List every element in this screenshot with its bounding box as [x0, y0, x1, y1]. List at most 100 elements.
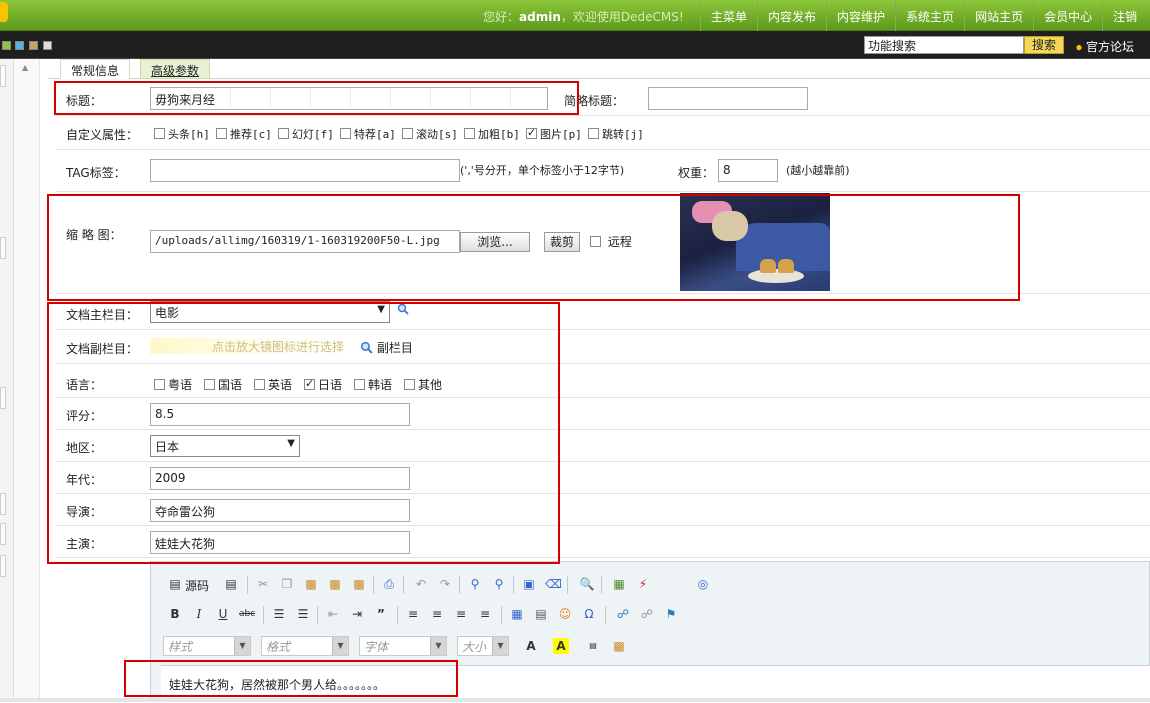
find-icon[interactable]: ⚲: [467, 576, 483, 592]
attr-recommend[interactable]: 推荐[c]: [216, 126, 272, 142]
font-combo[interactable]: 字体 ▼: [359, 636, 447, 656]
size-combo[interactable]: 大小 ▼: [457, 636, 509, 656]
left-panel-handle[interactable]: [0, 493, 6, 515]
tab-general[interactable]: 常规信息: [60, 59, 131, 79]
director-input[interactable]: 夺命雷公狗: [150, 499, 410, 522]
image-icon[interactable]: ▦: [611, 576, 627, 592]
region-select[interactable]: 日本 ▼: [150, 435, 300, 457]
anchor-flag-icon[interactable]: ⚑: [663, 606, 679, 622]
quick-icon-4[interactable]: [43, 41, 52, 50]
browse-button[interactable]: 浏览...: [460, 232, 530, 252]
checkbox-checked[interactable]: [304, 377, 315, 390]
tag-input[interactable]: [150, 159, 460, 182]
cut-icon[interactable]: ✂: [255, 576, 271, 592]
quick-icon-1[interactable]: [2, 41, 11, 50]
ordered-list-icon[interactable]: ☰: [271, 606, 287, 622]
checkbox[interactable]: [354, 379, 365, 390]
main-column-select[interactable]: 电影 ▼: [150, 301, 390, 323]
align-left-icon[interactable]: ≡: [405, 606, 421, 622]
left-panel-handle[interactable]: [0, 387, 6, 409]
lang-english[interactable]: 英语: [254, 376, 292, 393]
unordered-list-icon[interactable]: ☰: [295, 606, 311, 622]
print-icon[interactable]: ⎙: [381, 576, 397, 592]
source-button-label[interactable]: 源码: [185, 577, 209, 594]
underline-icon[interactable]: U: [215, 606, 231, 622]
checkbox[interactable]: [340, 128, 351, 139]
lang-mandarin[interactable]: 国语: [204, 376, 242, 393]
left-panel-handle[interactable]: [0, 555, 6, 577]
smiley-icon[interactable]: ☺: [557, 606, 573, 622]
checkbox[interactable]: [216, 128, 227, 139]
scroll-up-arrow-icon[interactable]: ▲: [22, 63, 28, 72]
weight-input[interactable]: 8: [718, 159, 778, 182]
left-panel-handle[interactable]: [0, 65, 6, 87]
indent-icon[interactable]: ⇥: [349, 606, 365, 622]
replace-icon[interactable]: ⚲: [491, 576, 507, 592]
left-panel-handle[interactable]: [0, 237, 6, 259]
checkbox[interactable]: [278, 128, 289, 139]
unlink-icon[interactable]: ☍: [639, 606, 655, 622]
page-break-icon[interactable]: ▤: [585, 638, 601, 654]
crop-button[interactable]: 裁剪: [544, 232, 580, 252]
actor-input[interactable]: 娃娃大花狗: [150, 531, 410, 554]
checkbox[interactable]: [402, 128, 413, 139]
title-input[interactable]: 毋狗来月经: [150, 87, 548, 110]
nav-main-menu[interactable]: 主菜单: [700, 0, 757, 31]
checkbox[interactable]: [254, 379, 265, 390]
nav-system-home[interactable]: 系统主页: [895, 0, 964, 31]
outdent-icon[interactable]: ⇤: [325, 606, 341, 622]
nav-publish[interactable]: 内容发布: [757, 0, 826, 31]
strikethrough-icon[interactable]: abc: [239, 606, 255, 622]
link-icon[interactable]: ☍: [615, 606, 631, 622]
bg-color-icon[interactable]: A: [553, 638, 569, 654]
nav-member-center[interactable]: 会员中心: [1033, 0, 1102, 31]
short-title-input[interactable]: [648, 87, 808, 110]
horizontal-rule-icon[interactable]: ▤: [533, 606, 549, 622]
table-icon[interactable]: ▦: [509, 606, 525, 622]
tab-advanced[interactable]: 高级参数: [140, 59, 211, 79]
paste-text-icon[interactable]: ▩: [327, 576, 343, 592]
attr-slide[interactable]: 幻灯[f]: [278, 126, 334, 142]
remove-format-icon[interactable]: ⌫: [545, 576, 562, 592]
flash-icon[interactable]: ⚡: [635, 576, 651, 592]
year-input[interactable]: 2009: [150, 467, 410, 490]
source-icon[interactable]: ▤: [167, 576, 183, 592]
nav-site-home[interactable]: 网站主页: [964, 0, 1033, 31]
search-button[interactable]: 搜索: [1024, 36, 1064, 54]
score-input[interactable]: 8.5: [150, 403, 410, 426]
new-page-icon[interactable]: ▤: [223, 576, 239, 592]
redo-icon[interactable]: ↷: [437, 576, 453, 592]
forum-link[interactable]: ⦁ 官方论坛: [1076, 38, 1134, 55]
lang-cantonese[interactable]: 粤语: [154, 376, 192, 393]
lang-japanese[interactable]: 日语: [304, 376, 342, 393]
attr-special[interactable]: 特荐[a]: [340, 126, 396, 142]
template-icon[interactable]: ▩: [611, 638, 627, 654]
select-all-icon[interactable]: ▣: [521, 576, 537, 592]
lang-korean[interactable]: 韩语: [354, 376, 392, 393]
checkbox[interactable]: [404, 379, 415, 390]
magnifier-icon[interactable]: [397, 303, 409, 315]
justify-icon[interactable]: ≡: [477, 606, 493, 622]
copy-icon[interactable]: ❐: [279, 576, 295, 592]
function-search-input[interactable]: [864, 36, 1024, 54]
attr-jump[interactable]: 跳转[j]: [588, 126, 644, 142]
attr-bold[interactable]: 加粗[b]: [464, 126, 520, 142]
paste-icon[interactable]: ▩: [303, 576, 319, 592]
quick-icon-3[interactable]: [29, 41, 38, 50]
special-char-icon[interactable]: Ω: [581, 606, 597, 622]
lang-other[interactable]: 其他: [404, 376, 442, 393]
attr-picture[interactable]: 图片[p]: [526, 126, 582, 142]
undo-icon[interactable]: ↶: [413, 576, 429, 592]
checkbox[interactable]: [154, 379, 165, 390]
left-panel-handle[interactable]: [0, 523, 6, 545]
preview-icon[interactable]: 🔍: [579, 576, 595, 592]
align-right-icon[interactable]: ≡: [453, 606, 469, 622]
checkbox[interactable]: [588, 128, 599, 139]
quick-icon-2[interactable]: [15, 41, 24, 50]
style-combo[interactable]: 样式 ▼: [163, 636, 251, 656]
checkbox[interactable]: [464, 128, 475, 139]
checkbox-checked[interactable]: [526, 126, 537, 139]
checkbox[interactable]: [154, 128, 165, 139]
remote-option[interactable]: 远程: [590, 233, 632, 250]
checkbox[interactable]: [204, 379, 215, 390]
